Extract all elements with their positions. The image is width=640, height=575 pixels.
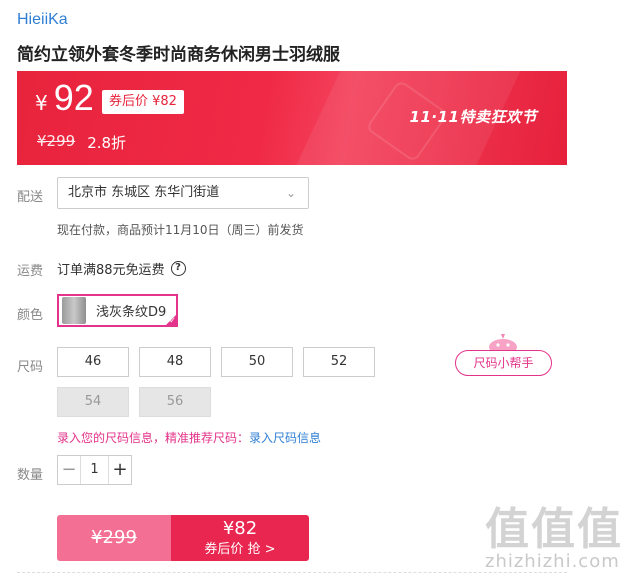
size-info-link[interactable]: 录入尺码信息 [249, 431, 321, 445]
quantity-stepper: − 1 + [57, 455, 132, 485]
delivery-label: 配送 [17, 190, 44, 205]
color-label: 颜色 [17, 308, 44, 323]
size-option-48[interactable]: 48 [139, 347, 211, 377]
original-price: ¥299 [37, 132, 76, 150]
buy-coupon-label: 券后价 抢 > [204, 542, 276, 557]
price-banner: ¥ 92 券后价 ¥82 ¥299 2.8折 11·11特卖狂欢节 [17, 71, 567, 165]
current-price: ¥ 92 [35, 77, 94, 119]
shipping-note: 现在付款，商品预计11月10日（周三）前发货 [57, 223, 304, 237]
product-title: 简约立领外套冬季时尚商务休闲男士羽绒服 [17, 45, 340, 65]
quantity-input[interactable]: 1 [80, 456, 109, 484]
color-option-selected[interactable]: 浅灰条纹D9 ✓ [57, 294, 178, 327]
size-option-54: 54 [57, 387, 129, 417]
check-icon: ✓ [169, 316, 176, 325]
watermark-logo: 值值值 [485, 504, 623, 555]
size-option-46[interactable]: 46 [57, 347, 129, 377]
decrease-button[interactable]: − [58, 456, 80, 484]
buy-coupon-price: ¥82 [222, 518, 258, 539]
question-icon[interactable]: ? [170, 261, 186, 276]
buy-coupon-button[interactable]: ¥82 券后价 抢 > [171, 515, 309, 561]
site-watermark: 值值值 zhizhizhi.com [485, 493, 623, 572]
freight-info: 订单满88元免运费 ? [57, 259, 186, 278]
size-option-50[interactable]: 50 [221, 347, 293, 377]
section-divider [17, 572, 567, 573]
freight-label: 运费 [17, 264, 44, 279]
discount-rate: 2.8折 [87, 134, 127, 152]
festival-title: 11·11特卖狂欢节 [409, 108, 537, 126]
size-option-56: 56 [139, 387, 211, 417]
size-info-text: 录入您的尺码信息，精准推荐尺码： [57, 431, 250, 445]
size-helper-button[interactable]: 尺码小帮手 [455, 350, 552, 376]
size-option-52[interactable]: 52 [303, 347, 375, 377]
address-selector[interactable]: 北京市 东城区 东华门街道 ⌄ [57, 177, 309, 209]
currency-symbol: ¥ [35, 91, 48, 115]
size-info-prompt: 录入您的尺码信息，精准推荐尺码：录入尺码信息 [57, 429, 321, 446]
brand-name[interactable]: HieiiKa [17, 11, 68, 29]
buy-original-price-button[interactable]: ¥299 [57, 515, 171, 561]
freight-text: 订单满88元免运费 [57, 263, 165, 278]
color-thumbnail [62, 297, 86, 324]
chevron-down-icon: ⌄ [285, 186, 296, 200]
price-secondary-row: ¥299 2.8折 [37, 132, 126, 153]
color-option-label: 浅灰条纹D9 [96, 305, 167, 320]
address-value: 北京市 东城区 东华门街道 [68, 185, 220, 200]
increase-button[interactable]: + [109, 456, 131, 484]
quantity-label: 数量 [17, 468, 44, 483]
current-price-value: 92 [53, 77, 94, 118]
coupon-price-tag: 券后价 ¥82 [102, 90, 184, 114]
size-label: 尺码 [17, 360, 44, 375]
